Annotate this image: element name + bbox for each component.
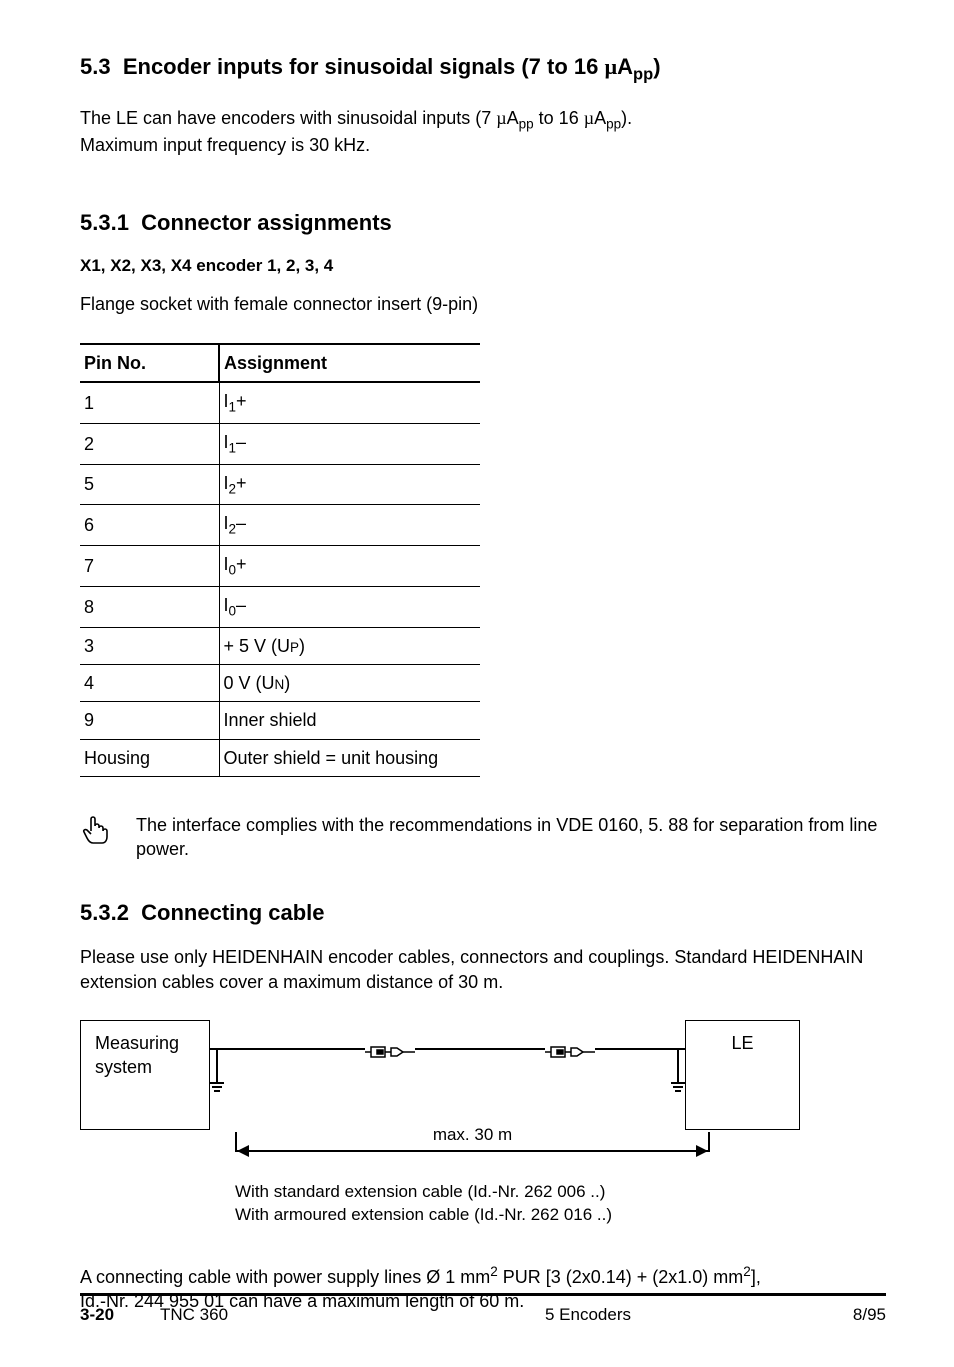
closing-sup1: 2 (490, 1264, 498, 1279)
note-text: The interface complies with the recommen… (136, 813, 886, 862)
ground-symbol-icon (671, 1082, 685, 1094)
pin-cell: 1 (80, 382, 219, 423)
intro-unit-pp: pp (519, 116, 534, 131)
socket-desc: Flange socket with female connector inse… (80, 292, 886, 316)
intro-unit-a2: A (594, 108, 606, 128)
page: 5.3 Encoder inputs for sinusoidal signal… (0, 0, 954, 1367)
closing-post: ], (751, 1267, 761, 1287)
diagram-wire (210, 1042, 685, 1082)
heading-5-3: 5.3 Encoder inputs for sinusoidal signal… (80, 52, 886, 86)
assignment-cell: Inner shield (219, 702, 480, 739)
unit-pp: pp (633, 65, 653, 83)
assignment-cell: I1– (219, 423, 480, 464)
heading-text-pre: Encoder inputs for sinusoidal signals (7… (123, 54, 605, 79)
assignment-cell: 0 V (UN) (219, 665, 480, 702)
table-row: 3+ 5 V (UP) (80, 627, 480, 664)
closing-pre: A connecting cable with power supply lin… (80, 1267, 490, 1287)
note-block: The interface complies with the recommen… (80, 813, 886, 862)
intro-pre: The LE can have encoders with sinusoidal… (80, 108, 496, 128)
pin-cell: 7 (80, 546, 219, 587)
intro-unit-a: A (507, 108, 519, 128)
pin-cell: 9 (80, 702, 219, 739)
assignment-cell: I0+ (219, 546, 480, 587)
assignment-cell: + 5 V (UP) (219, 627, 480, 664)
dimension-line: max. 30 m (235, 1124, 710, 1160)
col-pin: Pin No. (80, 344, 219, 382)
pin-cell: 6 (80, 505, 219, 546)
unit-a: A (617, 54, 633, 79)
mu-prefix-2: µ (496, 108, 506, 128)
intro-paragraph: The LE can have encoders with sinusoidal… (80, 106, 886, 158)
wiring-diagram: Measuring system LE (80, 1020, 800, 1175)
col-assign: Assignment (219, 344, 480, 382)
diagram-box-le: LE (685, 1020, 800, 1130)
heading-532-number: 5.3.2 (80, 900, 129, 925)
subheading-x1-x4: X1, X2, X3, X4 encoder 1, 2, 3, 4 (80, 255, 886, 278)
pin-cell: Housing (80, 739, 219, 776)
table-row: 8I0– (80, 587, 480, 628)
intro-unit-pp2: pp (606, 116, 621, 131)
table-row: 6I2– (80, 505, 480, 546)
mu-prefix-3: µ (584, 108, 594, 128)
connector-icon (545, 1042, 595, 1058)
heading-531-text: Connector assignments (141, 210, 392, 235)
diagram-box-measuring-system: Measuring system (80, 1020, 210, 1130)
pin-cell: 8 (80, 587, 219, 628)
heading-5-3-2: 5.3.2 Connecting cable (80, 898, 886, 928)
mu-prefix: µ (604, 54, 617, 79)
assignment-cell: I0– (219, 587, 480, 628)
pointing-hand-icon (80, 813, 112, 847)
pin-cell: 5 (80, 464, 219, 505)
connector-icon (365, 1042, 415, 1058)
box-right-label: LE (731, 1031, 753, 1055)
table-row: 5I2+ (80, 464, 480, 505)
table-row: 40 V (UN) (80, 665, 480, 702)
table-head-row: Pin No. Assignment (80, 344, 480, 382)
closing-mid: PUR [3 (2x0.14) + (2x1.0) mm (498, 1267, 744, 1287)
intro-line2: Maximum input frequency is 30 kHz. (80, 135, 370, 155)
ground-symbol-icon (210, 1082, 224, 1094)
heading-close: ) (653, 54, 660, 79)
footer-date: 8/95 (806, 1304, 886, 1327)
table-row: HousingOuter shield = unit housing (80, 739, 480, 776)
intro-to: to 16 (534, 108, 584, 128)
pin-cell: 3 (80, 627, 219, 664)
table-row: 7I0+ (80, 546, 480, 587)
diagram-caption-1: With standard extension cable (Id.-Nr. 2… (235, 1181, 886, 1204)
pin-cell: 2 (80, 423, 219, 464)
heading-532-text: Connecting cable (141, 900, 324, 925)
dimension-label: max. 30 m (235, 1124, 710, 1147)
cable-paragraph: Please use only HEIDENHAIN encoder cable… (80, 945, 886, 994)
table-row: 2I1– (80, 423, 480, 464)
intro-close: ). (621, 108, 632, 128)
assignment-cell: I1+ (219, 382, 480, 423)
box-left-label: Measuring system (95, 1031, 195, 1080)
assignment-cell: I2+ (219, 464, 480, 505)
heading-531-number: 5.3.1 (80, 210, 129, 235)
footer-model: TNC 360 (160, 1304, 370, 1327)
footer-chapter: 5 Encoders (370, 1304, 806, 1327)
pin-assignment-table: Pin No. Assignment 1I1+2I1–5I2+6I2–7I0+8… (80, 343, 480, 777)
heading-5-3-1: 5.3.1 Connector assignments (80, 208, 886, 238)
assignment-cell: Outer shield = unit housing (219, 739, 480, 776)
pin-cell: 4 (80, 665, 219, 702)
heading-number: 5.3 (80, 54, 111, 79)
table-row: 9Inner shield (80, 702, 480, 739)
table-row: 1I1+ (80, 382, 480, 423)
closing-sup2: 2 (743, 1264, 751, 1279)
page-footer: 3-20 TNC 360 5 Encoders 8/95 (80, 1293, 886, 1327)
diagram-caption-2: With armoured extension cable (Id.-Nr. 2… (235, 1204, 886, 1227)
diagram-captions: With standard extension cable (Id.-Nr. 2… (235, 1181, 886, 1227)
assignment-cell: I2– (219, 505, 480, 546)
footer-page-number: 3-20 (80, 1304, 160, 1327)
